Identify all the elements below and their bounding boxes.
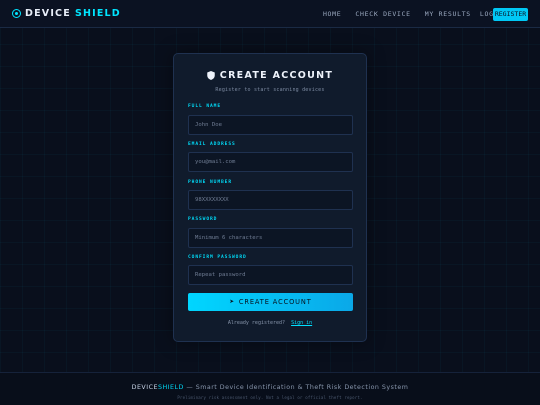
footer-brand-part1: DEVICE [131, 384, 158, 391]
email-input[interactable] [188, 152, 353, 172]
confirm-password-input[interactable] [188, 265, 353, 285]
send-arrow-icon: ➤ [229, 299, 235, 305]
form-subtitle: Register to start scanning devices [215, 87, 325, 93]
footer: DEVICESHIELD — Smart Device Identificati… [0, 372, 540, 405]
create-account-button-label: CREATE ACCOUNT [238, 298, 312, 306]
phone-label: PHONE NUMBER [188, 180, 232, 185]
password-label: PASSWORD [188, 217, 218, 222]
register-card: CREATE ACCOUNT Register to start scannin… [173, 53, 367, 342]
form-title: CREATE ACCOUNT [174, 70, 366, 81]
footer-main-line: DEVICESHIELD — Smart Device Identificati… [0, 384, 540, 391]
full-name-label: FULL NAME [188, 104, 221, 109]
footer-disclaimer: Preliminary risk assessment only. Not a … [177, 395, 363, 400]
nav-link-home[interactable]: HOME [323, 10, 341, 18]
full-name-input[interactable] [188, 115, 353, 135]
footer-brand-part2: SHIELD [157, 384, 184, 391]
navbar: DEVICE SHIELD HOME CHECK DEVICE MY RESUL… [0, 0, 540, 28]
brand-name-part1: DEVICE [25, 8, 71, 19]
brand-logo[interactable]: DEVICE SHIELD [12, 8, 121, 19]
nav-link-my-results[interactable]: MY RESULTS [425, 10, 471, 18]
form-title-text: CREATE ACCOUNT [219, 70, 334, 81]
shield-icon [207, 71, 215, 80]
password-input[interactable] [188, 228, 353, 248]
footer-tagline: — Smart Device Identification & Theft Ri… [183, 384, 409, 391]
login-prompt-line: Already registered? Sign in [174, 320, 366, 326]
phone-input[interactable] [188, 190, 353, 210]
confirm-password-label: CONFIRM PASSWORD [188, 255, 247, 260]
sign-in-link[interactable]: Sign in [291, 320, 312, 326]
nav-link-check-device[interactable]: CHECK DEVICE [355, 10, 410, 18]
nav-register-button[interactable]: REGISTER [493, 7, 528, 21]
nav-links: HOME CHECK DEVICE MY RESULTS LOGIN REGIS… [323, 0, 528, 28]
brand-name-part2: SHIELD [74, 8, 121, 19]
create-account-button[interactable]: ➤ CREATE ACCOUNT [188, 293, 353, 311]
target-icon [12, 9, 21, 18]
login-prompt-text: Already registered? [227, 320, 286, 326]
email-label: EMAIL ADDRESS [188, 142, 236, 147]
